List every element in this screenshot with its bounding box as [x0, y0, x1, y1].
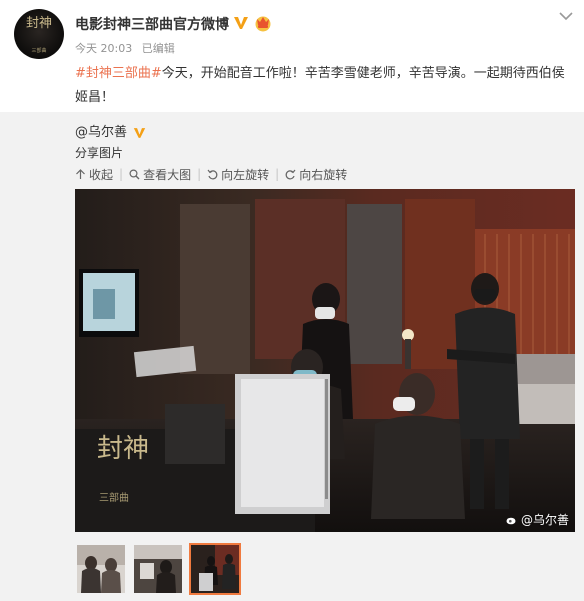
view-large-label: 查看大图: [143, 167, 192, 182]
studio-scene-image: 封神 三部曲: [75, 189, 575, 532]
rotate-right-label: 向右旋转: [299, 167, 348, 182]
post-meta: 今天 20:03 已编辑: [75, 40, 181, 56]
author-name[interactable]: 电影封神三部曲官方微博: [75, 14, 229, 34]
avatar[interactable]: 封神 三部曲: [14, 9, 64, 59]
thumbnail-2[interactable]: [132, 543, 184, 595]
collapse-icon: [76, 168, 85, 179]
photo-logo: 封神: [97, 434, 149, 464]
post-header: 封神 三部曲 电影封神三部曲官方微博 今天 20:03 已编辑 #封神三部曲#今…: [0, 0, 584, 112]
verified-icon: [133, 127, 146, 138]
thumbnail-image: [77, 545, 125, 593]
avatar-logo-sub: 三部曲: [31, 48, 47, 54]
repost-author[interactable]: @乌尔善: [75, 121, 146, 140]
hashtag-link[interactable]: #封神三部曲#: [75, 66, 162, 81]
main-photo[interactable]: 封神 三部曲 @乌尔善: [75, 189, 575, 532]
photo-watermark: @乌尔善: [506, 511, 569, 528]
post-text: #封神三部曲#今天，开始配音工作啦！辛苦李雪健老师，辛苦导演。一起期待西伯侯姬昌…: [75, 62, 575, 110]
thumbnail-image: [191, 545, 239, 593]
thumbnail-strip: [75, 543, 246, 595]
rotate-left-label: 向左旋转: [221, 167, 270, 182]
watermark-text: @乌尔善: [520, 513, 569, 527]
edited-label[interactable]: 已编辑: [142, 42, 175, 55]
chevron-down-icon[interactable]: [558, 10, 574, 22]
rotate-right-button[interactable]: 向右旋转: [285, 166, 347, 183]
vip-icon[interactable]: [254, 14, 272, 32]
weibo-icon: [506, 517, 516, 525]
photo-logo-sub: 三部曲: [99, 491, 129, 504]
divider: |: [275, 167, 280, 181]
verified-icon: [234, 17, 248, 29]
divider: |: [197, 167, 202, 181]
thumbnail-image: [134, 545, 182, 593]
rotate-left-icon: [207, 169, 218, 179]
divider: |: [119, 167, 124, 181]
rotate-right-icon: [285, 169, 296, 179]
collapse-button[interactable]: 收起: [75, 166, 113, 183]
search-icon: [129, 168, 140, 179]
rotate-left-button[interactable]: 向左旋转: [207, 166, 269, 183]
image-toolbar: 收起 | 查看大图 | 向左旋转 | 向右旋转: [75, 166, 353, 182]
repost-author-name[interactable]: @乌尔善: [75, 125, 127, 140]
thumbnail-1[interactable]: [75, 543, 127, 595]
thumbnail-3-selected[interactable]: [189, 543, 241, 595]
avatar-logo: 封神: [25, 16, 52, 31]
share-label: 分享图片: [75, 146, 124, 160]
collapse-label: 收起: [89, 167, 114, 182]
post-time[interactable]: 今天 20:03: [75, 42, 132, 55]
repost-card: @乌尔善 分享图片 收起 | 查看大图 | 向左旋转 | 向右旋转 封神 三部曲…: [0, 112, 584, 601]
view-large-button[interactable]: 查看大图: [129, 166, 191, 183]
